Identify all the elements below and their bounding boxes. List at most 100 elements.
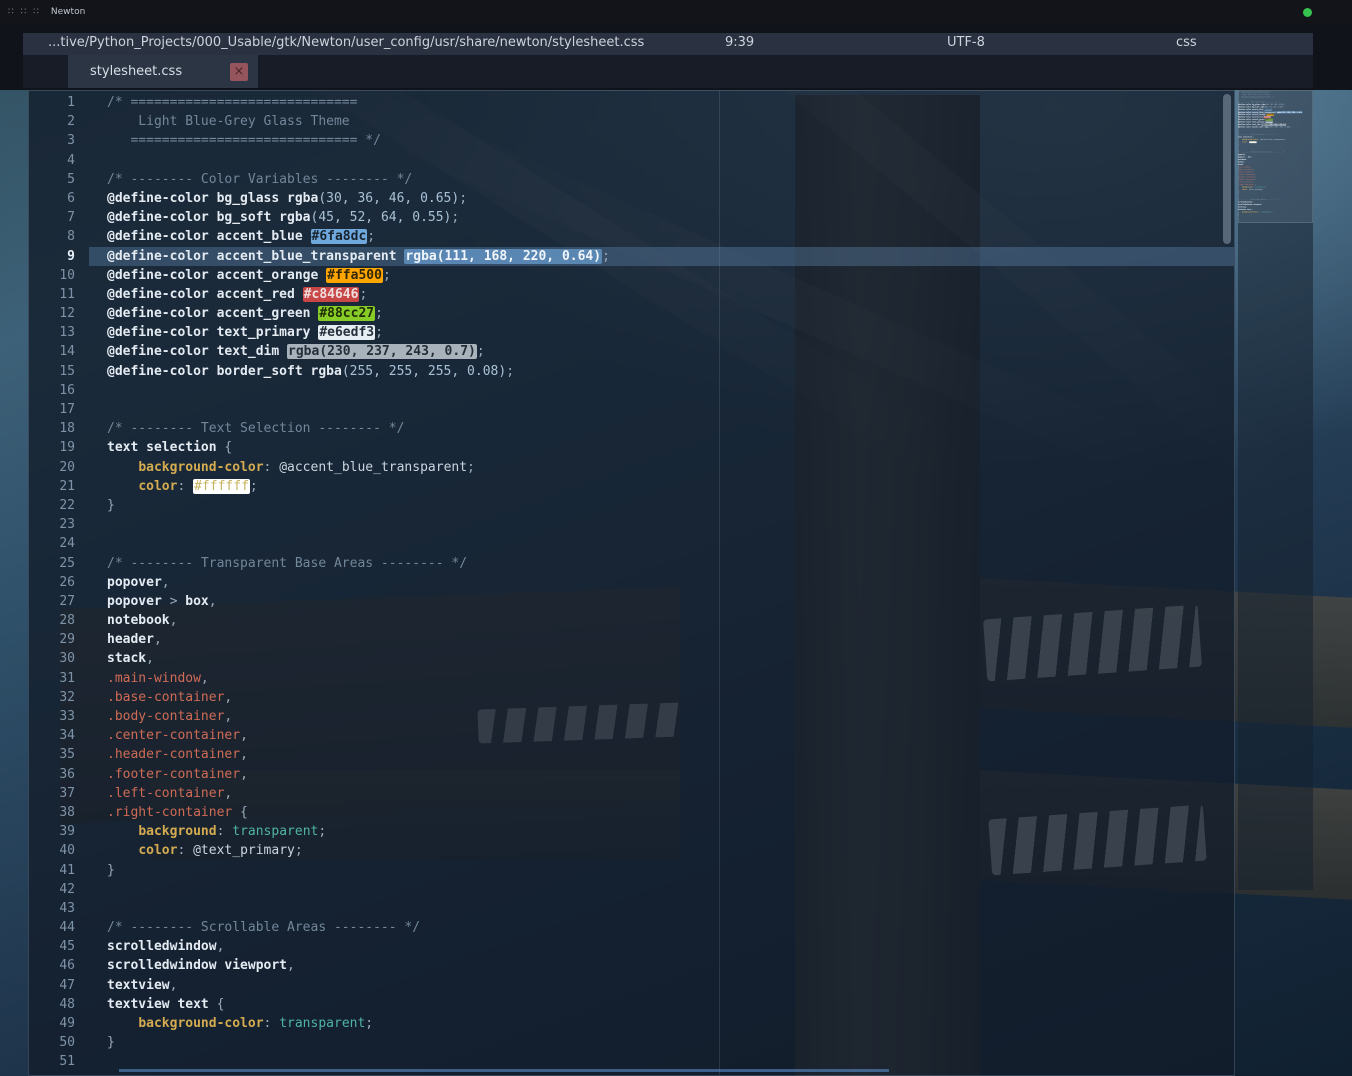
line-number[interactable]: 13	[29, 323, 75, 342]
code-line[interactable]: textview,	[107, 976, 1234, 995]
code-line[interactable]: @define-color text_dim rgba(230, 237, 24…	[107, 342, 1234, 361]
minimap[interactable]: /* ============================= Light B…	[1238, 90, 1313, 890]
line-number[interactable]: 10	[29, 266, 75, 285]
line-number[interactable]: 1	[29, 93, 75, 112]
code-line[interactable]: color: @text_primary;	[107, 841, 1234, 860]
code-line[interactable]: @define-color accent_green #88cc27;	[107, 304, 1234, 323]
code-line[interactable]: header,	[107, 630, 1234, 649]
line-number[interactable]: 44	[29, 918, 75, 937]
line-number[interactable]: 21	[29, 477, 75, 496]
line-number[interactable]: 22	[29, 496, 75, 515]
line-number[interactable]: 34	[29, 726, 75, 745]
line-number[interactable]: 15	[29, 362, 75, 381]
line-number[interactable]: 28	[29, 611, 75, 630]
line-number[interactable]: 9	[29, 247, 75, 266]
line-number[interactable]: 24	[29, 534, 75, 553]
code-line[interactable]: .left-container,	[107, 784, 1234, 803]
code-line[interactable]: .footer-container,	[107, 765, 1234, 784]
tab-stylesheet-css[interactable]: stylesheet.css ×	[68, 55, 258, 88]
code-line[interactable]: .main-window,	[107, 669, 1234, 688]
code-line[interactable]: .right-container {	[107, 803, 1234, 822]
title-bar[interactable]: ∷ ∷ ∷ Newton	[0, 0, 1352, 24]
line-number[interactable]: 50	[29, 1033, 75, 1052]
window-status-dot[interactable]	[1303, 8, 1312, 17]
code-line[interactable]: background-color: transparent;	[107, 1014, 1234, 1033]
minimap-viewport[interactable]	[1238, 90, 1313, 223]
line-number[interactable]: 20	[29, 458, 75, 477]
line-number[interactable]: 52	[29, 1072, 75, 1076]
line-number[interactable]: 18	[29, 419, 75, 438]
code-line[interactable]: background: transparent;	[107, 822, 1234, 841]
code-line[interactable]: scrolledwindow,	[107, 937, 1234, 956]
code-line[interactable]: ============================= */	[107, 131, 1234, 150]
line-number[interactable]: 14	[29, 342, 75, 361]
line-number[interactable]: 25	[29, 554, 75, 573]
line-number[interactable]: 16	[29, 381, 75, 400]
line-number[interactable]: 26	[29, 573, 75, 592]
code-line[interactable]: .header-container,	[107, 745, 1234, 764]
vertical-scrollbar-thumb[interactable]	[1223, 94, 1231, 244]
line-number[interactable]: 4	[29, 151, 75, 170]
code-line[interactable]	[107, 515, 1234, 534]
line-number[interactable]: 23	[29, 515, 75, 534]
horizontal-scrollbar-thumb[interactable]	[119, 1069, 889, 1072]
code-line[interactable]	[107, 1072, 1234, 1076]
line-number[interactable]: 27	[29, 592, 75, 611]
language-indicator[interactable]: css	[1176, 35, 1197, 50]
line-number[interactable]: 51	[29, 1052, 75, 1071]
code-line[interactable]: /* -------- Text Selection -------- */	[107, 419, 1234, 438]
code-editor[interactable]: 1234567891011121314151617181920212223242…	[28, 90, 1235, 1076]
code-line[interactable]: }	[107, 861, 1234, 880]
code-line[interactable]: /* -------- Transparent Base Areas -----…	[107, 554, 1234, 573]
line-number[interactable]: 31	[29, 669, 75, 688]
line-number[interactable]: 33	[29, 707, 75, 726]
line-number[interactable]: 39	[29, 822, 75, 841]
line-number[interactable]: 11	[29, 285, 75, 304]
code-line[interactable]: Light Blue-Grey Glass Theme	[107, 112, 1234, 131]
code-line[interactable]	[107, 151, 1234, 170]
line-number[interactable]: 30	[29, 649, 75, 668]
line-number[interactable]: 36	[29, 765, 75, 784]
line-number[interactable]: 3	[29, 131, 75, 150]
line-number[interactable]: 5	[29, 170, 75, 189]
encoding-indicator[interactable]: UTF-8	[947, 35, 985, 50]
code-line[interactable]: @define-color accent_orange #ffa500;	[107, 266, 1234, 285]
code-line[interactable]: @define-color bg_soft rgba(45, 52, 64, 0…	[107, 208, 1234, 227]
line-number[interactable]: 12	[29, 304, 75, 323]
code-line[interactable]	[107, 899, 1234, 918]
line-number[interactable]: 19	[29, 438, 75, 457]
code-line[interactable]: text selection {	[107, 438, 1234, 457]
code-line[interactable]: @define-color accent_blue #6fa8dc;	[107, 227, 1234, 246]
code-line[interactable]	[107, 400, 1234, 419]
line-number[interactable]: 8	[29, 227, 75, 246]
code-line[interactable]: .center-container,	[107, 726, 1234, 745]
line-number[interactable]: 37	[29, 784, 75, 803]
line-number[interactable]: 49	[29, 1014, 75, 1033]
code-line[interactable]: }	[107, 1033, 1234, 1052]
code-line[interactable]: .body-container,	[107, 707, 1234, 726]
code-line[interactable]: textview text {	[107, 995, 1234, 1014]
code-line[interactable]: @define-color accent_red #c84646;	[107, 285, 1234, 304]
code-line[interactable]: notebook,	[107, 611, 1234, 630]
code-line[interactable]: popover > box,	[107, 592, 1234, 611]
code-line[interactable]: background-color: @accent_blue_transpare…	[107, 458, 1234, 477]
line-number[interactable]: 40	[29, 841, 75, 860]
code-line[interactable]: color: #ffffff;	[107, 477, 1234, 496]
line-number[interactable]: 29	[29, 630, 75, 649]
code-line[interactable]: /* =============================	[107, 93, 1234, 112]
code-line[interactable]: @define-color accent_blue_transparent rg…	[89, 247, 1234, 266]
code-line[interactable]: popover,	[107, 573, 1234, 592]
tab-close-button[interactable]: ×	[230, 63, 248, 81]
line-number[interactable]: 48	[29, 995, 75, 1014]
line-number[interactable]: 17	[29, 400, 75, 419]
line-number[interactable]: 46	[29, 956, 75, 975]
line-number[interactable]: 32	[29, 688, 75, 707]
code-line[interactable]: /* -------- Scrollable Areas -------- */	[107, 918, 1234, 937]
code-line[interactable]: @define-color bg_glass rgba(30, 36, 46, …	[107, 189, 1234, 208]
code-line[interactable]: scrolledwindow viewport,	[107, 956, 1234, 975]
code-line[interactable]	[107, 534, 1234, 553]
code-line[interactable]	[107, 381, 1234, 400]
line-number[interactable]: 43	[29, 899, 75, 918]
line-number[interactable]: 7	[29, 208, 75, 227]
line-number[interactable]: 45	[29, 937, 75, 956]
